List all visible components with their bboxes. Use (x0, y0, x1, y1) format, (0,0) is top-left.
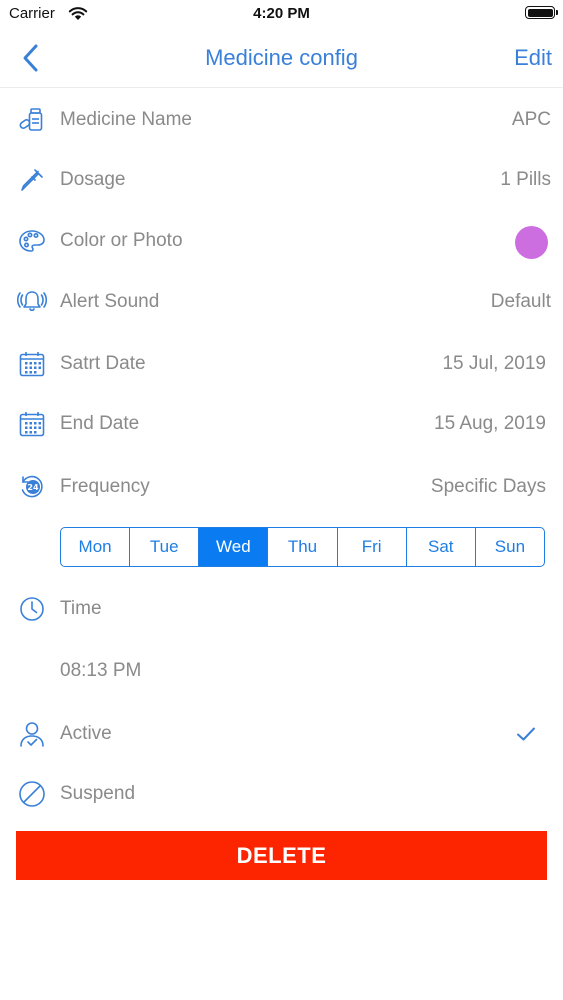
pill-bottle-icon (19, 108, 43, 131)
suspend-label: Suspend (60, 783, 136, 804)
alert-sound-label: Alert Sound (60, 291, 160, 312)
day-selector: Mon Tue Wed Thu Fri Sat Sun (60, 527, 545, 567)
calendar-icon (19, 352, 45, 377)
navigation-bar: Medicine config Edit (0, 30, 563, 88)
active-row[interactable]: Active (0, 706, 563, 762)
alert-sound-value: Default (490, 291, 551, 312)
user-check-icon (20, 722, 44, 747)
medicine-name-value: APC (511, 109, 551, 130)
dosage-label: Dosage (60, 169, 126, 190)
start-date-value: 15 Jul, 2019 (442, 353, 546, 374)
time-label: Time (60, 598, 102, 619)
color-swatch[interactable] (515, 226, 548, 259)
time-value[interactable]: 08:13 PM (60, 660, 141, 682)
end-date-label: End Date (60, 413, 140, 434)
day-sun[interactable]: Sun (476, 528, 544, 566)
day-fri[interactable]: Fri (338, 528, 407, 566)
day-sat[interactable]: Sat (407, 528, 476, 566)
frequency-row[interactable]: 24 Frequency Specific Days (0, 459, 563, 515)
alert-sound-row[interactable]: Alert Sound Default (0, 274, 563, 330)
active-label: Active (60, 723, 112, 744)
dosage-value: 1 Pills (500, 169, 551, 190)
time-row: Time (0, 581, 563, 637)
bell-ringing-icon (17, 291, 47, 312)
frequency-label: Frequency (60, 476, 150, 497)
page-title: Medicine config (205, 45, 358, 70)
palette-icon (19, 230, 45, 252)
battery-icon (525, 6, 558, 19)
medicine-name-row[interactable]: Medicine Name APC (0, 92, 563, 148)
edit-button[interactable]: Edit (514, 45, 552, 71)
dropper-icon (21, 169, 43, 191)
svg-text:24: 24 (27, 483, 39, 492)
back-button[interactable] (16, 42, 46, 74)
end-date-row[interactable]: End Date 15 Aug, 2019 (0, 396, 563, 452)
day-mon[interactable]: Mon (61, 528, 131, 566)
day-thu[interactable]: Thu (268, 528, 338, 566)
block-icon (19, 781, 45, 807)
status-bar: Carrier 4:20 PM (0, 0, 563, 30)
delete-button[interactable]: DELETE (16, 831, 547, 880)
checkmark-icon (517, 727, 535, 741)
color-photo-row[interactable]: Color or Photo (0, 213, 563, 269)
calendar-icon (19, 412, 45, 437)
medicine-name-label: Medicine Name (60, 109, 192, 130)
chevron-left-icon (23, 44, 38, 72)
start-date-label: Satrt Date (60, 353, 146, 374)
day-tue[interactable]: Tue (130, 528, 200, 566)
clock-label: 4:20 PM (253, 5, 310, 22)
color-photo-label: Color or Photo (60, 230, 183, 251)
frequency-value: Specific Days (430, 476, 546, 497)
clock-icon (20, 597, 44, 621)
end-date-value: 15 Aug, 2019 (434, 413, 546, 434)
suspend-row[interactable]: Suspend (0, 766, 563, 822)
dosage-row[interactable]: Dosage 1 Pills (0, 152, 563, 208)
day-wed[interactable]: Wed (199, 528, 269, 566)
repeat-24h-icon: 24 (21, 475, 43, 498)
start-date-row[interactable]: Satrt Date 15 Jul, 2019 (0, 336, 563, 392)
